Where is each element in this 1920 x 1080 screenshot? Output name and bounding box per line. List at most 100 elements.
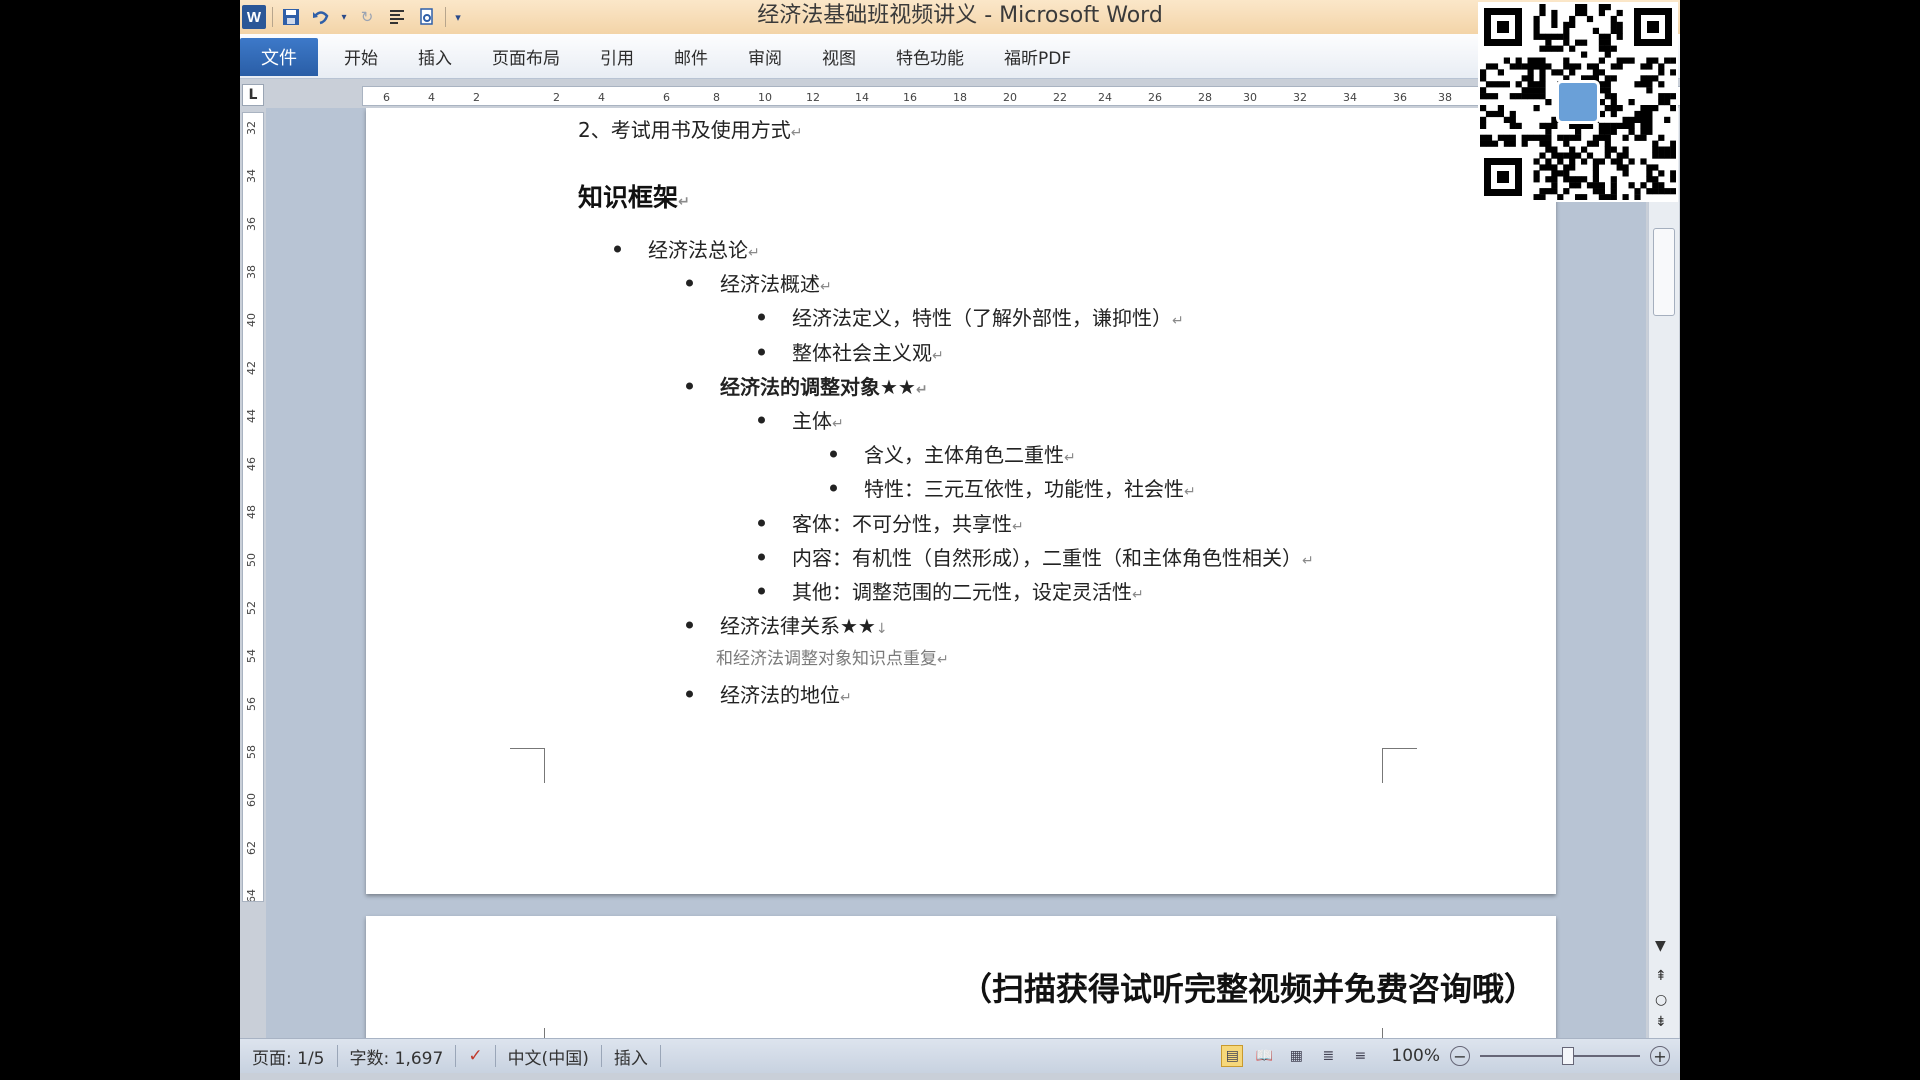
zoom-out-button[interactable]: −	[1450, 1046, 1470, 1066]
ruler-tick-label: 10	[758, 91, 772, 104]
ruler-tick-label: 28	[1198, 91, 1212, 104]
proofing-icon[interactable]: ✓	[456, 1045, 496, 1067]
ruler-tick-label: 24	[1098, 91, 1112, 104]
outline-item-text: 经济法概述	[720, 272, 820, 296]
outline-item: 特性：三元互依性，功能性，社会性↵	[864, 473, 1196, 502]
language-indicator[interactable]: 中文(中国)	[496, 1045, 602, 1069]
ruler-tick-label: 64	[245, 889, 258, 902]
paragraph-mark: ↵	[748, 245, 760, 261]
page-corner-mark	[1382, 1028, 1417, 1038]
zoom-slider[interactable]	[1480, 1047, 1640, 1065]
ruler-tick-label: 40	[245, 313, 258, 327]
scroll-down-icon[interactable]: ▼	[1655, 938, 1666, 954]
outline-item-text: 内容：有机性（自然形成），二重性（和主体角色性相关）	[792, 546, 1302, 570]
paragraph-mark: ↵	[1172, 313, 1184, 329]
tab-view[interactable]: 视图	[802, 34, 876, 78]
zoom-level[interactable]: 100%	[1391, 1046, 1440, 1066]
ruler-tick-label: 34	[245, 169, 258, 183]
outline-item: 其他：调整范围的二元性，设定灵活性↵	[792, 576, 1144, 605]
ruler-tick-label: 36	[245, 217, 258, 231]
paragraph-mark: ↵	[840, 690, 852, 706]
full-screen-reading-view-icon[interactable]: 📖	[1253, 1045, 1275, 1067]
document-page-2[interactable]: （扫描获得试听完整视频并免费咨询哦）	[366, 916, 1556, 1038]
tab-review[interactable]: 审阅	[728, 34, 802, 78]
vertical-scrollbar[interactable]: ▼ ⇞ ○ ⇟	[1648, 108, 1679, 1038]
qr-finder-pattern	[1484, 158, 1522, 196]
scrollbar-thumb[interactable]	[1653, 228, 1675, 316]
ruler-tick-label: 4	[598, 91, 605, 104]
section-heading: 知识框架↵	[578, 183, 690, 212]
paragraph-mark: ↵	[1012, 519, 1024, 535]
outline-item-text: 经济法总论	[648, 238, 748, 262]
paragraph-mark: ↵	[1064, 450, 1076, 466]
tab-special-features[interactable]: 特色功能	[876, 34, 984, 78]
ruler-tick-label: 8	[713, 91, 720, 104]
web-layout-view-icon[interactable]: ▦	[1285, 1045, 1307, 1067]
document-page[interactable]: 2、考试用书及使用方式↵ 知识框架↵ 经济法总论↵ 经济法概述↵ 经济法定义，特性（…	[366, 108, 1556, 894]
page-corner-mark	[510, 748, 545, 783]
print-layout-view-icon[interactable]: ▤	[1221, 1045, 1244, 1067]
document-area: 2、考试用书及使用方式↵ 知识框架↵ 经济法总论↵ 经济法概述↵ 经济法定义，特性（…	[266, 108, 1646, 1038]
ruler-tick-label: 50	[245, 553, 258, 567]
outline-item-text: 客体：不可分性，共享性	[792, 512, 1012, 536]
paragraph-mark: ↵	[832, 416, 844, 432]
paragraph-mark: ↵	[1184, 484, 1196, 500]
window-title: 经济法基础班视频讲义 - Microsoft Word	[757, 3, 1163, 28]
outline-item-text: 经济法的地位	[720, 683, 840, 707]
ruler-tick-label: 46	[245, 457, 258, 471]
ruler-tick-label: 6	[663, 91, 670, 104]
ruler-tick-label: 6	[383, 91, 390, 104]
outline-item: 经济法定义，特性（了解外部性，谦抑性）↵	[792, 302, 1184, 331]
insert-mode-indicator[interactable]: 插入	[602, 1045, 661, 1069]
ruler-tick-label: 44	[245, 409, 258, 423]
zoom-slider-thumb[interactable]	[1562, 1047, 1574, 1065]
page-count[interactable]: 页面: 1/5	[240, 1045, 338, 1069]
tab-file[interactable]: 文件	[240, 38, 318, 76]
ruler-tick-label: 26	[1148, 91, 1162, 104]
outline-item-text: 经济法律关系★★	[720, 614, 876, 638]
ruler-tick-label: 48	[245, 505, 258, 519]
vertical-ruler[interactable]: 32 34 36 38 40 42 44 46 48 50 52 54 56 58 60 62 64	[242, 112, 264, 902]
tab-home[interactable]: 开始	[324, 34, 398, 78]
ruler-tick-label: 16	[903, 91, 917, 104]
outline-item: 和经济法调整对象知识点重复↵	[716, 644, 949, 669]
outline-item: 整体社会主义观↵	[792, 337, 944, 366]
draft-view-icon[interactable]: ≡	[1349, 1045, 1371, 1067]
outline-item: 经济法的调整对象★★↵	[720, 371, 928, 400]
ruler-tick-label: 18	[953, 91, 967, 104]
ruler-tick-label: 52	[245, 601, 258, 615]
outline-view-icon[interactable]: ≣	[1317, 1045, 1339, 1067]
view-and-zoom-controls: ▤ 📖 ▦ ≣ ≡ 100% − +	[1221, 1039, 1670, 1073]
promo-text: （扫描获得试听完整视频并免费咨询哦）	[959, 970, 1536, 1008]
tab-insert[interactable]: 插入	[398, 34, 472, 78]
outline-item: 客体：不可分性，共享性↵	[792, 508, 1024, 537]
word-count[interactable]: 字数: 1,697	[338, 1045, 457, 1069]
tab-selector-button[interactable]: L	[242, 84, 264, 106]
zoom-in-button[interactable]: +	[1650, 1046, 1670, 1066]
paragraph-mark: ↵	[820, 279, 832, 295]
ruler-tick-label: 42	[245, 361, 258, 375]
ruler-tick-label: 2	[473, 91, 480, 104]
outline-item: 经济法律关系★★↓	[720, 610, 888, 639]
tab-foxit-pdf[interactable]: 福昕PDF	[984, 34, 1091, 78]
previous-page-icon[interactable]: ⇞	[1655, 968, 1667, 984]
paragraph-mark: ↵	[915, 382, 928, 398]
ruler-tick-label: 12	[806, 91, 820, 104]
tab-references[interactable]: 引用	[580, 34, 654, 78]
tab-page-layout[interactable]: 页面布局	[472, 34, 580, 78]
outline-item-text: 特性：三元互依性，功能性，社会性	[864, 477, 1184, 501]
tab-mailings[interactable]: 邮件	[654, 34, 728, 78]
ruler-tick-label: 62	[245, 841, 258, 855]
ruler-tick-label: 34	[1343, 91, 1357, 104]
outline-item: 主体↵	[792, 405, 844, 434]
ruler-tick-label: 54	[245, 649, 258, 663]
select-browse-object-icon[interactable]: ○	[1655, 992, 1667, 1008]
intro-line: 2、考试用书及使用方式↵	[578, 118, 803, 142]
ruler-tick-label: 14	[855, 91, 869, 104]
word-window: W ▾ ↻ ▾ 经济法基础班视频讲义 - Microsoft Word 文件 开…	[240, 0, 1680, 1080]
qr-logo-icon	[1556, 80, 1600, 124]
ruler-tick-label: 32	[245, 121, 258, 135]
next-page-icon[interactable]: ⇟	[1655, 1014, 1667, 1030]
outline-item-text: 其他：调整范围的二元性，设定灵活性	[792, 580, 1132, 604]
page-corner-mark	[1382, 748, 1417, 783]
